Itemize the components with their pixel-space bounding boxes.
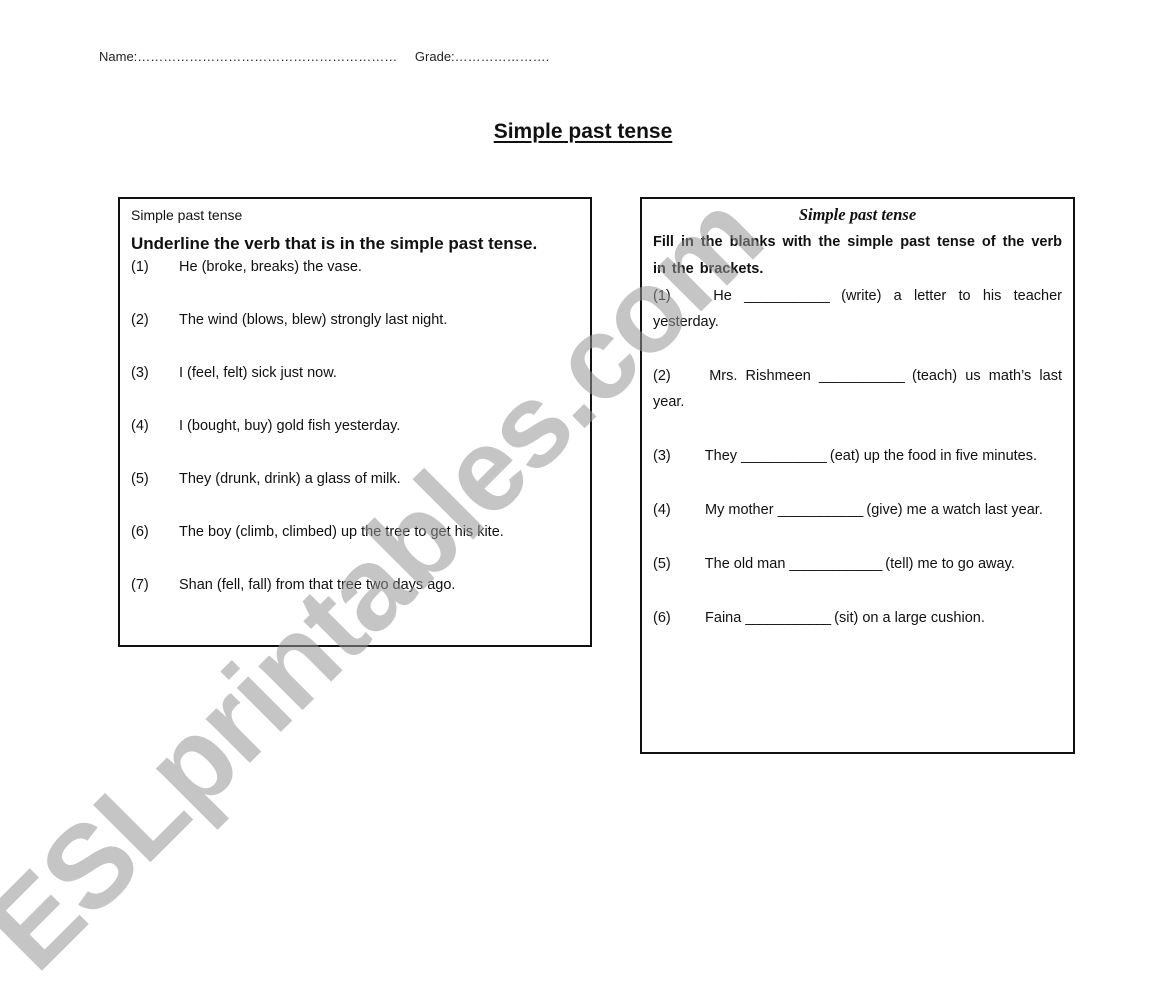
item-number: (3) (653, 448, 671, 464)
item-text: They (drunk, drink) a glass of milk. (179, 471, 401, 487)
list-item: (2) The wind (blows, blew) strongly last… (131, 312, 579, 365)
item-number: (4) (653, 502, 671, 518)
exercise-instruction: Underline the verb that is in the simple… (131, 234, 538, 253)
item-number: (2) (653, 368, 671, 384)
list-item: (2) Mrs. Rishmeen ____________ (teach) u… (653, 363, 1062, 415)
item-text-after: (give) me a watch last year. (866, 502, 1043, 518)
page-title: Simple past tense (493, 120, 673, 143)
exercise-subtitle: Simple past tense (131, 207, 243, 223)
item-text-before: Mrs. Rishmeen (709, 368, 811, 384)
answer-blank[interactable]: ____________ (741, 448, 827, 464)
item-text: I (feel, felt) sick just now. (179, 365, 337, 381)
answer-blank[interactable]: _____________ (789, 556, 882, 572)
item-text-before: My mother (705, 502, 774, 518)
list-item: (6) Faina ____________ (sit) on a large … (653, 605, 1062, 631)
item-text-after: (sit) on a large cushion. (834, 610, 985, 626)
answer-blank[interactable]: ____________ (778, 502, 864, 518)
item-number: (6) (131, 524, 149, 540)
item-number: (7) (131, 577, 149, 593)
exercise-instruction: Fill in the blanks with the simple past … (653, 234, 1062, 277)
list-item: (3) They ____________ (eat) up the food … (653, 443, 1062, 469)
answer-blank[interactable]: ____________ (819, 368, 905, 384)
list-item: (6) The boy (climb, climbed) up the tree… (131, 524, 579, 577)
grade-field[interactable]: Grade:…………………. (415, 49, 549, 64)
item-text-after: (tell) me to go away. (885, 556, 1015, 572)
item-number: (1) (131, 259, 149, 275)
item-number: (4) (131, 418, 149, 434)
item-text: Shan (fell, fall) from that tree two day… (179, 577, 456, 593)
fill-blanks-exercise-box: Simple past tense Fill in the blanks wit… (640, 197, 1075, 754)
item-number: (3) (131, 365, 149, 381)
exercise-list: (1) He (broke, breaks) the vase. (2) The… (131, 259, 579, 630)
item-number: (5) (131, 471, 149, 487)
item-text: He (broke, breaks) the vase. (179, 259, 362, 275)
answer-blank[interactable]: ____________ (744, 288, 830, 304)
item-number: (6) (653, 610, 671, 626)
list-item: (4) I (bought, buy) gold fish yesterday. (131, 418, 579, 471)
student-info-line: Name:…………………………………………………… Grade:…………………. (99, 49, 549, 64)
list-item: (3) I (feel, felt) sick just now. (131, 365, 579, 418)
item-text: I (bought, buy) gold fish yesterday. (179, 418, 401, 434)
item-text-before: They (704, 448, 738, 464)
name-field[interactable]: Name:…………………………………………………… (99, 49, 397, 64)
list-item: (7) Shan (fell, fall) from that tree two… (131, 577, 579, 630)
item-number: (1) (653, 288, 671, 304)
list-item: (1) He (broke, breaks) the vase. (131, 259, 579, 312)
item-text: The boy (climb, climbed) up the tree to … (179, 524, 504, 540)
item-text-before: Faina (705, 610, 742, 626)
list-item: (5) The old man _____________ (tell) me … (653, 551, 1062, 577)
list-item: (1) He ____________ (write) a letter to … (653, 283, 1062, 335)
underline-exercise-box: Simple past tense Underline the verb tha… (118, 197, 592, 647)
answer-blank[interactable]: ____________ (745, 610, 831, 626)
item-number: (2) (131, 312, 149, 328)
list-item: (5) They (drunk, drink) a glass of milk. (131, 471, 579, 524)
list-item: (4) My mother ____________ (give) me a w… (653, 497, 1062, 523)
exercise-title: Simple past tense (798, 205, 917, 224)
item-text: The wind (blows, blew) strongly last nig… (179, 312, 448, 328)
item-text-before: The old man (704, 556, 786, 572)
item-text-after: (eat) up the food in five minutes. (829, 448, 1038, 464)
item-text-before: He (713, 288, 732, 304)
item-number: (5) (653, 556, 671, 572)
